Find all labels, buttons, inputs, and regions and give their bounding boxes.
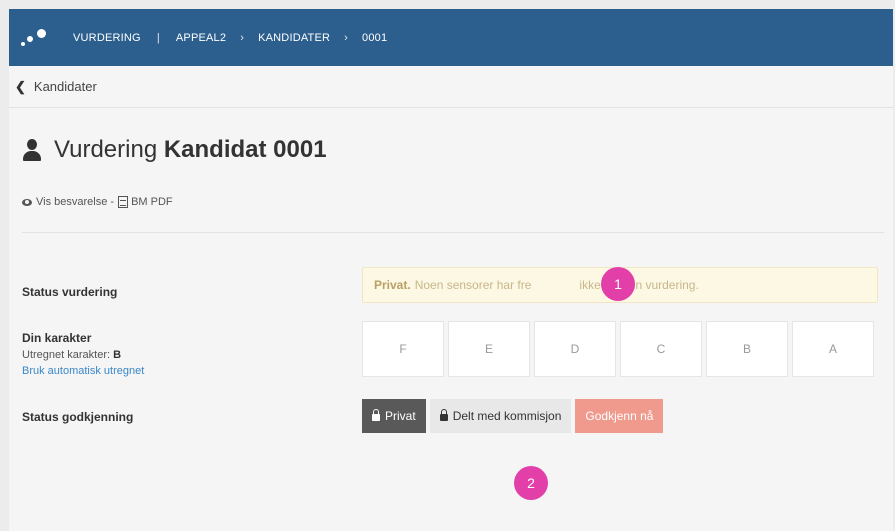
share-commission-button[interactable]: Delt med kommisjon <box>429 399 572 433</box>
page-header: Vurdering Kandidat 0001 <box>22 136 327 164</box>
private-button[interactable]: Privat <box>362 399 426 433</box>
user-icon <box>22 139 42 161</box>
divider <box>22 232 884 233</box>
view-submission-link[interactable]: Vis besvarelse <box>36 196 107 208</box>
approval-label: Status godkjenning <box>22 410 134 424</box>
crumb-kandidater[interactable]: KANDIDATER <box>258 32 330 44</box>
page-title: Vurdering Kandidat 0001 <box>54 136 327 163</box>
pdf-icon <box>118 196 129 208</box>
eye-icon <box>22 198 32 206</box>
grade-option-a[interactable]: A <box>792 321 874 377</box>
annotation-marker-2: 2 <box>514 466 548 500</box>
grade-option-e[interactable]: E <box>448 321 530 377</box>
pdf-link[interactable]: BM PDF <box>131 196 173 208</box>
status-label: Status vurdering <box>22 285 118 299</box>
links-dash: - <box>110 196 115 208</box>
annotation-marker-1: 1 <box>601 267 635 301</box>
crumb-arrow-icon: › <box>344 31 349 44</box>
grade-option-b[interactable]: B <box>706 321 788 377</box>
grade-option-c[interactable]: C <box>620 321 702 377</box>
unlock-icon <box>439 408 448 421</box>
crumb-current: 0001 <box>362 31 388 44</box>
back-bar: ❮ Kandidater <box>9 66 893 108</box>
approval-buttons: Privat Delt med kommisjon Godkjenn nå <box>362 399 667 433</box>
crumb-vurdering[interactable]: VURDERING <box>73 32 141 44</box>
crumb-arrow-icon: › <box>240 31 245 44</box>
approve-now-button[interactable]: Godkjenn nå <box>575 399 664 433</box>
crumb-appeal2[interactable]: APPEAL2 <box>176 32 226 44</box>
lock-icon <box>372 408 380 421</box>
status-bold: Privat. <box>374 278 411 292</box>
top-navbar: VURDERING | APPEAL2 › KANDIDATER › 0001 <box>9 9 893 66</box>
logo-icon[interactable] <box>19 23 51 53</box>
status-text-after: ikke delt sin vurdering. <box>579 278 699 292</box>
grade-option-d[interactable]: D <box>534 321 616 377</box>
grade-label: Din karakter <box>22 331 92 345</box>
chevron-left-icon[interactable]: ❮ <box>15 79 26 95</box>
status-text-before: Noen sensorer har fre <box>414 278 532 292</box>
computed-grade: Utregnet karakter: B <box>22 349 122 361</box>
crumb-separator: | <box>156 31 160 44</box>
grade-selector: F E D C B A <box>362 321 874 377</box>
auto-grade-link[interactable]: Bruk automatisk utregnet <box>22 365 144 377</box>
back-link[interactable]: Kandidater <box>34 79 97 94</box>
submission-links: Vis besvarelse - BM PDF <box>22 196 173 208</box>
grade-option-f[interactable]: F <box>362 321 444 377</box>
